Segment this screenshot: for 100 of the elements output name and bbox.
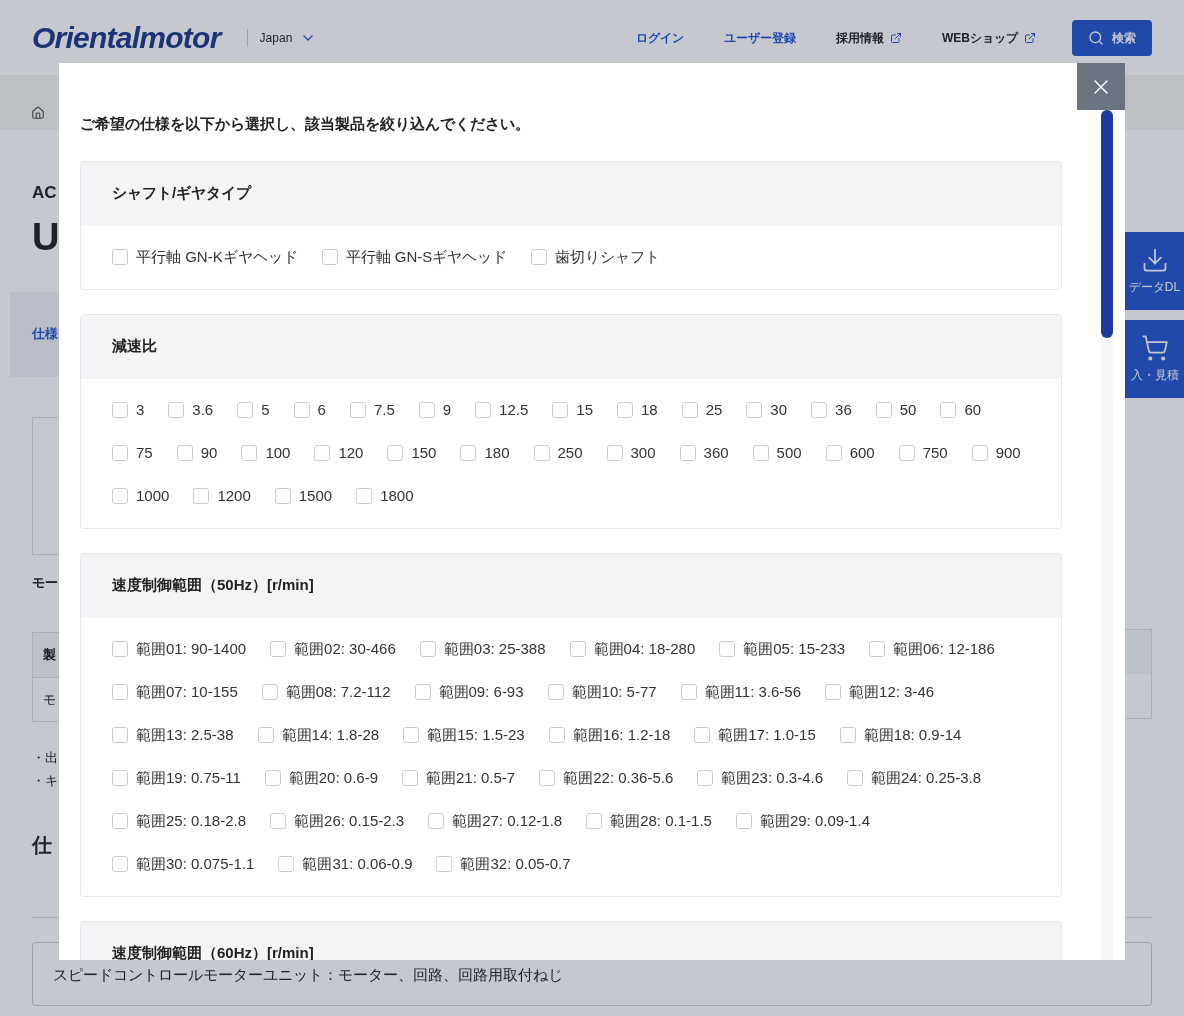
filter-option[interactable]: 範囲02: 30-466 [270, 637, 396, 661]
filter-option[interactable]: 50 [875, 398, 917, 422]
filter-option[interactable]: 120 [314, 441, 364, 465]
checkbox[interactable] [539, 770, 556, 786]
filter-option[interactable]: 範囲13: 2.5-38 [112, 723, 234, 747]
filter-option[interactable]: 範囲05: 15-233 [719, 637, 845, 661]
checkbox[interactable] [112, 813, 128, 829]
checkbox[interactable] [270, 813, 287, 829]
filter-option[interactable]: 300 [606, 441, 656, 465]
nav-link[interactable]: ログイン [636, 28, 684, 47]
filter-option[interactable]: 30 [746, 398, 788, 422]
checkbox[interactable] [237, 402, 254, 418]
spec-tab[interactable]: 仕様 [32, 324, 58, 344]
filter-option[interactable]: 範囲28: 0.1-1.5 [586, 809, 712, 833]
checkbox[interactable] [112, 402, 128, 418]
checkbox[interactable] [274, 488, 291, 504]
checkbox[interactable] [419, 641, 436, 657]
filter-option[interactable]: 範囲04: 18-280 [569, 637, 696, 661]
checkbox[interactable] [875, 402, 892, 418]
checkbox[interactable] [112, 641, 128, 657]
filter-option[interactable]: 範囲25: 0.18-2.8 [112, 809, 247, 833]
filter-option[interactable]: 範囲06: 12-186 [869, 637, 995, 661]
filter-option[interactable]: 範囲32: 0.05-0.7 [436, 852, 571, 876]
filter-option[interactable]: 範囲19: 0.75-11 [112, 766, 241, 790]
checkbox[interactable] [436, 856, 453, 872]
checkbox[interactable] [112, 684, 128, 700]
filter-option[interactable]: 250 [533, 441, 583, 465]
filter-option[interactable]: 25 [681, 398, 723, 422]
close-button[interactable] [1077, 63, 1125, 110]
checkbox[interactable] [547, 684, 564, 700]
logo[interactable]: Orientalmotor [32, 15, 221, 60]
checkbox[interactable] [531, 249, 548, 265]
checkbox[interactable] [617, 402, 633, 418]
checkbox[interactable] [847, 770, 863, 786]
filter-option[interactable]: 範囲03: 25-388 [419, 637, 546, 661]
filter-option[interactable]: 36 [811, 398, 852, 422]
filter-option[interactable]: 範囲29: 0.09-1.4 [735, 809, 870, 833]
checkbox[interactable] [971, 445, 988, 461]
checkbox[interactable] [112, 445, 128, 461]
checkbox[interactable] [270, 641, 287, 657]
side-button[interactable]: データDL [1125, 232, 1184, 310]
checkbox[interactable] [112, 249, 128, 265]
filter-option[interactable]: 範囲01: 90-1400 [112, 637, 247, 661]
checkbox[interactable] [349, 402, 366, 418]
checkbox[interactable] [112, 856, 128, 872]
filter-option[interactable]: 範囲11: 3.6-56 [680, 680, 802, 704]
checkbox[interactable] [428, 813, 445, 829]
filter-option[interactable]: 範囲07: 10-155 [112, 680, 238, 704]
checkbox[interactable] [548, 727, 565, 743]
checkbox[interactable] [752, 445, 769, 461]
search-button[interactable]: 検索 [1072, 19, 1152, 56]
checkbox[interactable] [735, 813, 752, 829]
filter-option[interactable]: 範囲17: 1.0-15 [694, 723, 816, 747]
filter-option[interactable]: 600 [825, 441, 875, 465]
filter-option[interactable]: 750 [898, 441, 948, 465]
checkbox[interactable] [475, 402, 492, 418]
checkbox[interactable] [940, 402, 957, 418]
checkbox[interactable] [825, 445, 842, 461]
region-selector[interactable]: Japan [246, 28, 317, 47]
filter-option[interactable]: 3.6 [168, 398, 214, 422]
filter-option[interactable]: 範囲18: 0.9-14 [839, 723, 962, 747]
filter-option[interactable]: 90 [176, 441, 218, 465]
checkbox[interactable] [264, 770, 281, 786]
checkbox[interactable] [193, 488, 210, 504]
checkbox[interactable] [811, 402, 828, 418]
filter-option[interactable]: 範囲09: 6-93 [414, 680, 524, 704]
filter-option[interactable]: 3 [112, 398, 145, 422]
nav-link[interactable]: 採用情報 [836, 28, 902, 47]
filter-option[interactable]: 1000 [112, 484, 170, 508]
checkbox[interactable] [387, 445, 404, 461]
filter-option[interactable]: 範囲12: 3-46 [825, 680, 935, 704]
filter-option[interactable]: 6 [293, 398, 326, 422]
filter-option[interactable]: 範囲14: 1.8-28 [257, 723, 380, 747]
filter-option[interactable]: 60 [940, 398, 982, 422]
checkbox[interactable] [552, 402, 569, 418]
filter-option[interactable]: 平行軸 GN-Sギヤヘッド [321, 245, 508, 269]
filter-option[interactable]: 範囲30: 0.075-1.1 [112, 852, 255, 876]
filter-option[interactable]: 範囲22: 0.36-5.6 [539, 766, 674, 790]
filter-option[interactable]: 900 [971, 441, 1021, 465]
side-button[interactable]: 入・見積 [1125, 320, 1184, 398]
checkbox[interactable] [460, 445, 477, 461]
scrollbar-thumb[interactable] [1101, 110, 1113, 338]
filter-option[interactable]: 15 [552, 398, 593, 422]
checkbox[interactable] [112, 727, 128, 743]
checkbox[interactable] [314, 445, 331, 461]
checkbox[interactable] [681, 402, 698, 418]
checkbox[interactable] [697, 770, 714, 786]
checkbox[interactable] [680, 684, 697, 700]
filter-option[interactable]: 範囲21: 0.5-7 [402, 766, 516, 790]
filter-option[interactable]: 平行軸 GN-Kギヤヘッド [112, 245, 298, 269]
checkbox[interactable] [694, 727, 711, 743]
filter-option[interactable]: 75 [112, 441, 153, 465]
filter-option[interactable]: 180 [460, 441, 510, 465]
nav-link[interactable]: ユーザー登録 [724, 28, 796, 47]
checkbox[interactable] [839, 727, 856, 743]
filter-option[interactable]: 範囲08: 7.2-112 [261, 680, 391, 704]
checkbox[interactable] [241, 445, 258, 461]
filter-option[interactable]: 範囲15: 1.5-23 [403, 723, 525, 747]
checkbox[interactable] [418, 402, 435, 418]
checkbox[interactable] [176, 445, 193, 461]
